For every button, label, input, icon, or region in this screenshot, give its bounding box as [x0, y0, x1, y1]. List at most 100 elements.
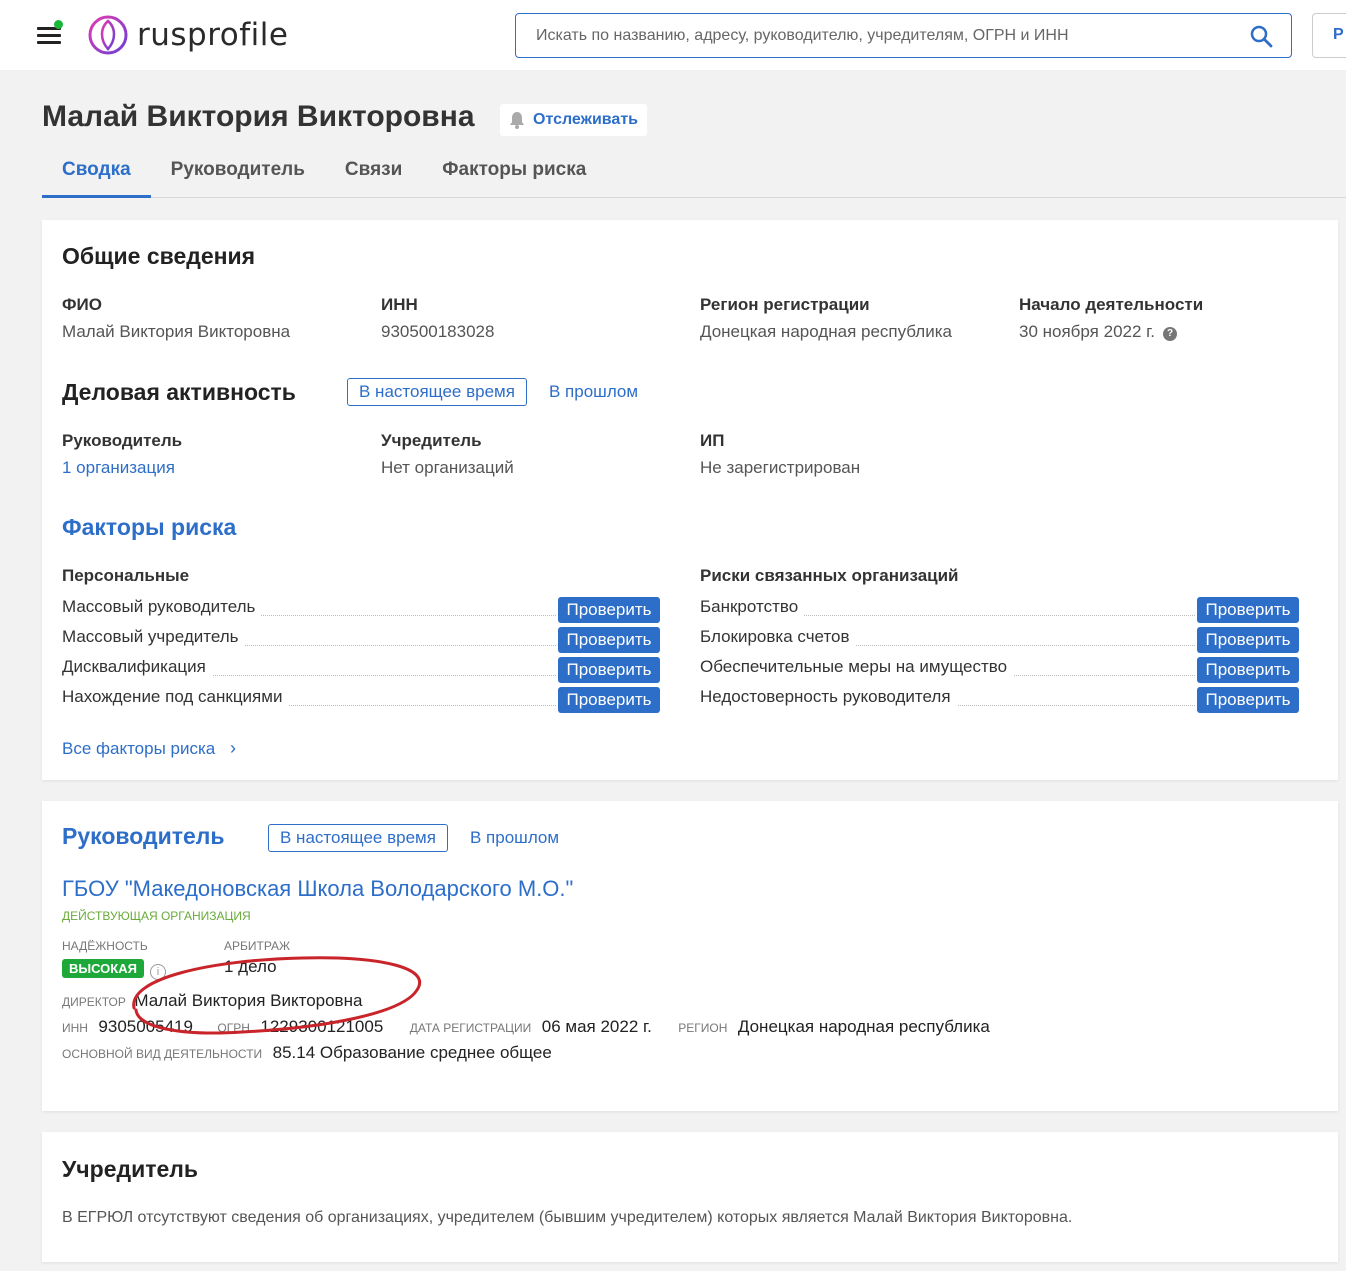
logo[interactable]: rusprofile: [87, 14, 288, 56]
search-input[interactable]: [516, 14, 1236, 57]
related-risks-title: Риски связанных организаций: [700, 566, 959, 585]
login-button[interactable]: Р: [1312, 13, 1346, 58]
start-label: Начало деятельности: [1019, 295, 1204, 314]
org-status: действующая организация: [62, 909, 251, 923]
follow-button[interactable]: Отслеживать: [500, 104, 647, 136]
ip-value: Не зарегистрирован: [700, 458, 861, 477]
founder-note: В ЕГРЮЛ отсутствуют сведения об организа…: [62, 1209, 1073, 1226]
all-risks-label: Все факторы риска: [62, 739, 216, 758]
risk-row: Дисквалификация Проверить: [62, 657, 660, 683]
okved-value: 85.14 Образование среднее общее: [272, 1043, 552, 1062]
fio-value: Малай Виктория Викторовна: [62, 322, 291, 341]
risk-row: Обеспечительные меры на имущество Провер…: [700, 657, 1299, 683]
search-icon[interactable]: [1249, 24, 1273, 48]
org-name-link[interactable]: ГБОУ "Македоновская Школа Володарского М…: [62, 876, 573, 902]
risk-row: Нахождение под санкциями Проверить: [62, 687, 660, 713]
founder-card: Учредитель В ЕГРЮЛ отсутствуют сведения …: [42, 1132, 1338, 1262]
general-info-card: Общие сведения ФИО Малай Виктория Виктор…: [42, 220, 1338, 780]
ip-label: ИП: [700, 431, 725, 450]
tab-head[interactable]: Руководитель: [151, 150, 325, 198]
risk-name: Нахождение под санкциями: [62, 687, 289, 707]
founder-section-title: Учредитель: [62, 1156, 199, 1182]
region-value: Донецкая народная республика: [737, 1017, 990, 1036]
director-value: Малай Виктория Викторовна: [134, 991, 363, 1010]
director-row: Директор Малай Виктория Викторовна: [62, 991, 362, 1011]
activity-past-button[interactable]: В прошлом: [549, 382, 638, 402]
start-row: 30 ноября 2022 г.?: [1019, 322, 1177, 342]
online-indicator: [54, 20, 63, 29]
search-box: [515, 13, 1292, 58]
check-button[interactable]: Проверить: [558, 657, 660, 683]
top-bar: rusprofile Р: [0, 0, 1346, 70]
risk-name: Блокировка счетов: [700, 627, 856, 647]
check-button[interactable]: Проверить: [558, 627, 660, 653]
risk-name: Дисквалификация: [62, 657, 212, 677]
personal-risks-title: Персональные: [62, 566, 190, 585]
risk-name: Обеспечительные меры на имущество: [700, 657, 1014, 677]
requisites-row: ИНН 9305005419 ОГРН 1229300121005 Дата р…: [62, 1017, 990, 1037]
activity-title: Деловая активность: [62, 379, 296, 405]
ogrn-label: ОГРН: [217, 1021, 250, 1035]
okved-label: Основной вид деятельности: [62, 1047, 263, 1061]
okved-row: Основной вид деятельности 85.14 Образова…: [62, 1043, 552, 1063]
risks-title[interactable]: Факторы риска: [62, 514, 236, 541]
tab-links[interactable]: Связи: [325, 150, 422, 198]
all-risks-link[interactable]: Все факторы риска ›: [62, 738, 236, 759]
check-button[interactable]: Проверить: [558, 597, 660, 623]
activity-now-button[interactable]: В настоящее время: [347, 378, 527, 406]
reliability-row: ВЫСОКАЯ i: [62, 959, 166, 980]
arbitration-value[interactable]: 1 дело: [224, 957, 277, 977]
inn-value: 9305005419: [98, 1017, 193, 1036]
follow-label: Отслеживать: [533, 111, 638, 128]
check-button[interactable]: Проверить: [1197, 687, 1299, 713]
reliability-badge: ВЫСОКАЯ: [62, 959, 144, 978]
tab-bar: Сводка Руководитель Связи Факторы риска: [42, 150, 1346, 198]
tab-summary[interactable]: Сводка: [42, 150, 151, 198]
head-section-title[interactable]: Руководитель: [62, 823, 225, 850]
arbitration-label: Арбитраж: [224, 939, 291, 953]
tab-risks[interactable]: Факторы риска: [422, 150, 606, 198]
general-title: Общие сведения: [62, 243, 256, 269]
info-icon[interactable]: i: [149, 964, 166, 980]
region-label: Регион регистрации: [700, 295, 870, 314]
inn-label: ИНН: [381, 295, 418, 314]
logo-text: rusprofile: [137, 17, 289, 53]
check-button[interactable]: Проверить: [1197, 597, 1299, 623]
risk-name: Массовый учредитель: [62, 627, 245, 647]
fio-label: ФИО: [62, 295, 102, 314]
region-label: Регион: [678, 1021, 728, 1035]
founder-label: Учредитель: [381, 431, 482, 450]
head-past-button[interactable]: В прошлом: [470, 828, 559, 848]
risk-row: Массовый учредитель Проверить: [62, 627, 660, 653]
risk-row: Недостоверность руководителя Проверить: [700, 687, 1299, 713]
reliability-label: Надёжность: [62, 939, 148, 953]
check-button[interactable]: Проверить: [558, 687, 660, 713]
ogrn-value: 1229300121005: [260, 1017, 384, 1036]
risk-name: Недостоверность руководителя: [700, 687, 957, 707]
page-title: Малай Виктория Викторовна: [42, 100, 475, 133]
region-value: Донецкая народная республика: [700, 322, 952, 341]
question-icon[interactable]: ?: [1163, 327, 1177, 341]
head-now-button[interactable]: В настоящее время: [268, 824, 448, 852]
risk-name: Банкротство: [700, 597, 805, 617]
risk-row: Банкротство Проверить: [700, 597, 1299, 623]
regdate-label: Дата регистрации: [409, 1021, 532, 1035]
head-orgs-link[interactable]: 1 организация: [62, 458, 175, 478]
bell-icon: [510, 112, 524, 129]
risk-row: Блокировка счетов Проверить: [700, 627, 1299, 653]
head-label: Руководитель: [62, 431, 183, 450]
menu-icon[interactable]: [37, 20, 63, 45]
check-button[interactable]: Проверить: [1197, 657, 1299, 683]
head-card: Руководитель В настоящее время В прошлом…: [42, 801, 1338, 1111]
director-label: Директор: [62, 995, 126, 1009]
founder-value: Нет организаций: [381, 458, 514, 477]
risk-row: Массовый руководитель Проверить: [62, 597, 660, 623]
inn-label: ИНН: [62, 1021, 88, 1035]
risk-name: Массовый руководитель: [62, 597, 262, 617]
check-button[interactable]: Проверить: [1197, 627, 1299, 653]
start-value: 30 ноября 2022 г.: [1019, 322, 1155, 341]
logo-icon: [88, 15, 128, 55]
chevron-right-icon: ›: [229, 738, 236, 758]
inn-value: 930500183028: [381, 322, 495, 341]
regdate-value: 06 мая 2022 г.: [541, 1017, 652, 1036]
